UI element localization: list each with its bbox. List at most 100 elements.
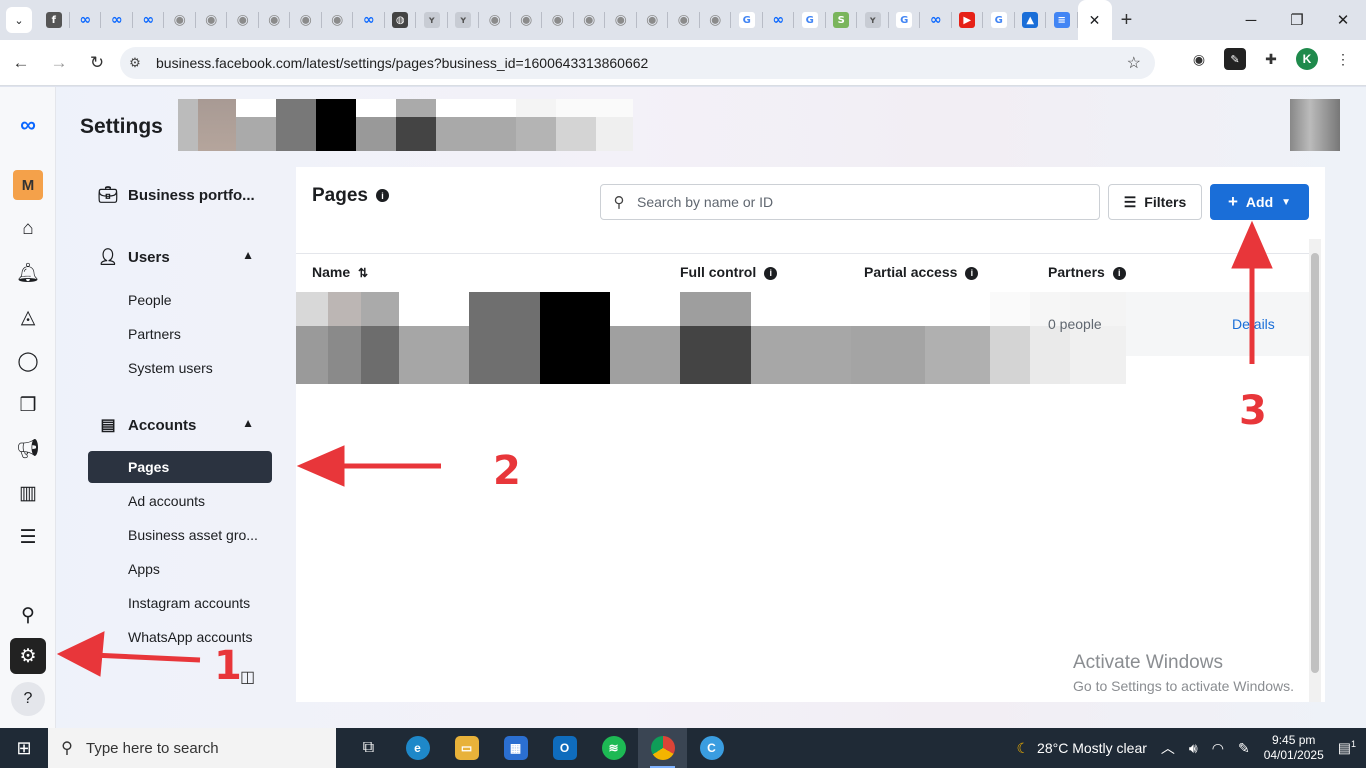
browser-tab[interactable]: ∞ — [763, 0, 795, 40]
messages-chat-icon[interactable]: ◯ — [10, 343, 46, 379]
scrollbar-thumb[interactable] — [1311, 253, 1319, 673]
browser-tab[interactable]: ∞ — [353, 0, 385, 40]
home-icon[interactable]: ⌂ — [10, 211, 46, 247]
file-explorer-icon[interactable]: ▭ — [442, 728, 491, 768]
sidebar-item-whatsapp-accounts[interactable]: WhatsApp accounts — [88, 620, 272, 654]
minimize-button[interactable]: ─ — [1228, 0, 1274, 40]
browser-tab[interactable]: ≡ — [1046, 0, 1078, 40]
settings-gear-icon[interactable]: ⚙ — [10, 638, 46, 674]
browser-tab[interactable]: G — [731, 0, 763, 40]
chrome-icon[interactable] — [638, 728, 687, 768]
microsoft-store-icon[interactable]: ▦ — [491, 728, 540, 768]
sort-arrows-icon[interactable]: ⇅ — [358, 266, 368, 280]
chrome-menu-icon[interactable]: ⋮ — [1332, 48, 1354, 70]
browser-tab[interactable]: ◍ — [385, 0, 417, 40]
volume-icon[interactable]: 🔊︎ — [1189, 740, 1198, 757]
browser-tab[interactable]: ◉ — [542, 0, 574, 40]
browser-tab[interactable]: ◉ — [700, 0, 732, 40]
insights-bars-icon[interactable]: ▥ — [10, 475, 46, 511]
task-view-icon[interactable]: ⧉ — [344, 728, 393, 768]
meta-logo-icon[interactable]: ∞ — [10, 107, 46, 143]
browser-tab[interactable]: G — [983, 0, 1015, 40]
sidebar-item-people[interactable]: People — [88, 283, 272, 317]
address-bar[interactable]: ⚙ business.facebook.com/latest/settings/… — [120, 47, 1155, 79]
windows-start-icon[interactable]: ⊞ — [0, 728, 48, 768]
search-field[interactable]: ⚲ — [600, 184, 1100, 220]
close-window-button[interactable]: ✕ — [1320, 0, 1366, 40]
user-profile-picture[interactable] — [1290, 99, 1340, 151]
browser-tab[interactable]: ◉ — [227, 0, 259, 40]
navigate-compass-icon[interactable]: ◬ — [10, 299, 46, 335]
search-input[interactable] — [637, 194, 1077, 210]
sidebar-item-system-users[interactable]: System users — [88, 351, 272, 385]
browser-tab[interactable]: ∞ — [133, 0, 165, 40]
bookmark-star-icon[interactable]: ☆ — [1127, 53, 1141, 73]
all-tools-menu-icon[interactable]: ☰ — [10, 519, 46, 555]
browser-tab[interactable]: ∞ — [70, 0, 102, 40]
sidebar-item-instagram-accounts[interactable]: Instagram accounts — [88, 586, 272, 620]
restore-button[interactable]: ❐ — [1274, 0, 1320, 40]
content-pages-icon[interactable]: ❒ — [10, 387, 46, 423]
browser-tab[interactable]: ◉ — [196, 0, 228, 40]
browser-tab[interactable]: ◉ — [164, 0, 196, 40]
info-icon[interactable]: i — [375, 189, 389, 203]
camera-extension-icon[interactable]: ◉ — [1188, 48, 1210, 70]
filters-button[interactable]: ☰ Filters — [1108, 184, 1202, 220]
accounts-section-toggle[interactable]: ▤ Accounts ▲ — [88, 407, 272, 443]
sidebar-item-pages[interactable]: Pages — [88, 451, 272, 483]
active-tab[interactable]: ✕ — [1077, 0, 1112, 40]
browser-tab[interactable]: G — [794, 0, 826, 40]
clock[interactable]: 9:45 pm 04/01/2025 — [1264, 733, 1324, 763]
sidebar-item-ad-accounts[interactable]: Ad accounts — [88, 484, 272, 518]
browser-tab[interactable]: ∞ — [101, 0, 133, 40]
outlook-icon[interactable]: O — [540, 728, 589, 768]
browser-tab[interactable]: ◉ — [322, 0, 354, 40]
browser-tab[interactable]: ▶ — [952, 0, 984, 40]
profile-avatar[interactable]: K — [1296, 48, 1318, 70]
help-icon[interactable]: ? — [11, 682, 45, 716]
details-link[interactable]: Details — [1232, 316, 1275, 332]
wifi-icon[interactable]: ◠ — [1212, 740, 1224, 757]
pen-icon[interactable]: ✎ — [1238, 740, 1250, 757]
chevron-up-icon[interactable]: ︿ — [1161, 738, 1175, 758]
browser-tab[interactable]: ◉ — [605, 0, 637, 40]
notifications-bell-icon[interactable]: 🔔︎ — [10, 255, 46, 291]
new-tab-button[interactable]: + — [1112, 9, 1142, 32]
browser-tab[interactable]: ʏ — [857, 0, 889, 40]
edge-icon[interactable]: e — [393, 728, 442, 768]
browser-tab[interactable]: ʏ — [448, 0, 480, 40]
business-portfolio-selector[interactable]: 💼︎ Business portfo... — [88, 177, 272, 213]
weather-widget[interactable]: ☾ 28°C Mostly clear — [1016, 740, 1146, 757]
browser-tab[interactable]: ◉ — [668, 0, 700, 40]
sidebar-item-business-asset-groups[interactable]: Business asset gro... — [88, 518, 272, 552]
users-section-toggle[interactable]: 👤︎ Users ▲ — [88, 239, 272, 275]
browser-tab[interactable]: G — [889, 0, 921, 40]
browser-tab[interactable]: S — [826, 0, 858, 40]
browser-tab[interactable]: ◉ — [259, 0, 291, 40]
notifications-icon[interactable]: ▤1 — [1338, 739, 1356, 757]
browser-tab[interactable]: ◉ — [290, 0, 322, 40]
browser-tab[interactable]: ◉ — [574, 0, 606, 40]
reload-button[interactable]: ↻ — [80, 46, 114, 80]
info-icon[interactable]: i — [764, 266, 778, 280]
business-avatar[interactable]: M — [10, 167, 46, 203]
add-button[interactable]: + Add ▼ — [1210, 184, 1309, 220]
browser-tab[interactable]: f — [38, 0, 70, 40]
search-icon[interactable]: ⚲ — [10, 597, 46, 633]
spotify-icon[interactable]: ≋ — [589, 728, 638, 768]
canva-icon[interactable]: C — [687, 728, 736, 768]
pen-extension-icon[interactable]: ✎ — [1224, 48, 1246, 70]
info-icon[interactable]: i — [965, 266, 979, 280]
back-button[interactable]: ← — [4, 46, 38, 80]
browser-tab[interactable]: ▲ — [1015, 0, 1047, 40]
sidebar-item-apps[interactable]: Apps — [88, 552, 272, 586]
vertical-scrollbar[interactable] — [1309, 239, 1321, 702]
taskbar-search[interactable]: ⚲ Type here to search — [48, 728, 336, 768]
browser-tab[interactable]: ◉ — [479, 0, 511, 40]
forward-button[interactable]: → — [42, 46, 76, 80]
extensions-puzzle-icon[interactable]: ✚ — [1260, 48, 1282, 70]
info-icon[interactable]: i — [1112, 266, 1126, 280]
browser-tab[interactable]: ʏ — [416, 0, 448, 40]
site-info-icon[interactable]: ⚙ — [120, 55, 150, 71]
tab-search-button[interactable]: ⌄ — [6, 7, 32, 33]
